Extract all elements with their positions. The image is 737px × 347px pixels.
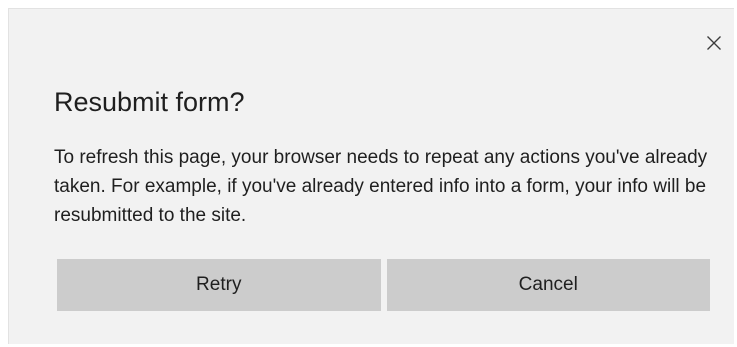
- close-icon: [707, 36, 721, 50]
- close-button[interactable]: [702, 31, 726, 55]
- dialog-message: To refresh this page, your browser needs…: [54, 147, 708, 226]
- resubmit-form-dialog: Resubmit form? To refresh this page, you…: [8, 8, 734, 344]
- dialog-title: Resubmit form?: [54, 87, 245, 117]
- retry-button[interactable]: Retry: [57, 259, 381, 311]
- dialog-button-row: Retry Cancel: [57, 259, 710, 311]
- cancel-button[interactable]: Cancel: [386, 259, 710, 311]
